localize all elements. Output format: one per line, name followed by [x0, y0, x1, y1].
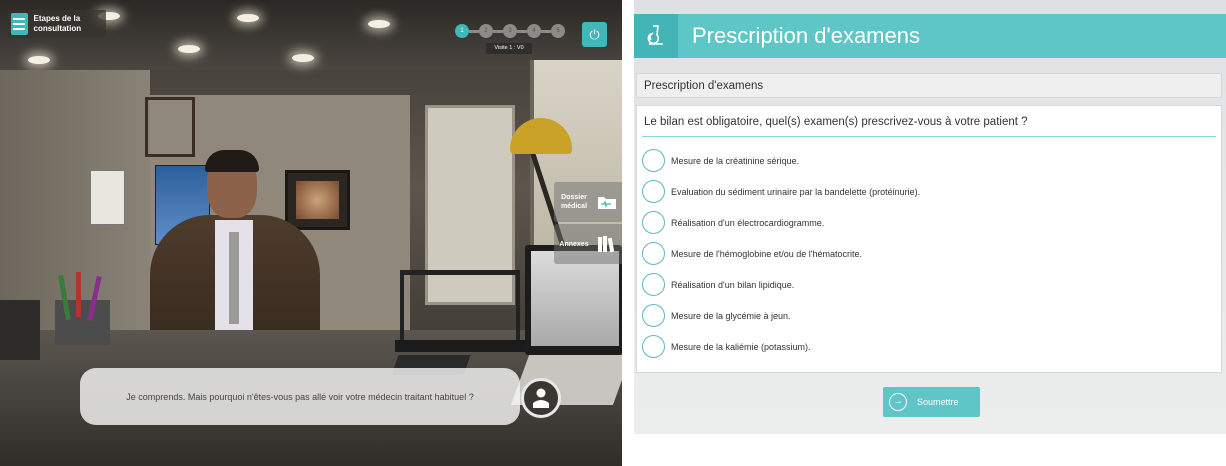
hamburger-menu-icon[interactable]	[11, 13, 28, 35]
visit-label: Visite 1 : V0	[486, 43, 532, 54]
option-label: Réalisation d'un électrocardiogramme.	[671, 217, 825, 228]
wall-shelf	[145, 97, 195, 157]
books-icon	[594, 231, 620, 257]
exam-option-lipid[interactable]: Réalisation d'un bilan lipidique.	[642, 269, 1212, 300]
menu-title: Etapes de la consultation	[33, 14, 82, 33]
pencil	[76, 272, 81, 317]
option-label: Réalisation d'un bilan lipidique.	[671, 279, 795, 290]
annexes-button[interactable]: Annexes	[554, 224, 622, 264]
doctor-icon	[533, 388, 549, 408]
dialogue-bubble: Je comprends. Mais pourquoi n'êtes-vous …	[80, 368, 520, 425]
panel-title: Prescription d'examens	[692, 23, 920, 48]
microscope-icon	[634, 14, 678, 58]
eye-chart	[90, 170, 125, 225]
step-4[interactable]: 4	[527, 24, 541, 38]
ceiling-light	[292, 54, 314, 62]
option-label: Mesure de la créatinine sérique.	[671, 155, 800, 166]
option-radio[interactable]	[642, 149, 665, 172]
desk-box	[0, 300, 40, 360]
option-radio[interactable]	[642, 304, 665, 327]
prescription-panel: Prescription d'examens Prescription d'ex…	[634, 0, 1226, 466]
option-radio[interactable]	[642, 242, 665, 265]
exam-option-creatinine[interactable]: Mesure de la créatinine sérique.	[642, 145, 1212, 176]
ceiling-light	[178, 45, 200, 53]
option-radio[interactable]	[642, 273, 665, 296]
panel-header: Prescription d'examens	[634, 14, 1226, 58]
ceiling-light	[28, 56, 50, 64]
consultation-steps-menu[interactable]: Etapes de la consultation	[8, 10, 106, 38]
step-5[interactable]: 5	[551, 24, 565, 38]
annexes-label: Annexes	[559, 240, 589, 248]
option-label: Mesure de l'hémoglobine et/ou de l'hémat…	[671, 248, 863, 259]
step-3[interactable]: 3	[503, 24, 517, 38]
question-text: Le bilan est obligatoire, quel(s) examen…	[644, 116, 1028, 128]
submit-button[interactable]: → Soumettre	[883, 387, 980, 417]
option-label: Mesure de la glycémie à jeun.	[671, 310, 791, 321]
consultation-scene: Etapes de la consultation 1 2 3 4 5 Visi…	[0, 0, 622, 466]
question-card: Le bilan est obligatoire, quel(s) examen…	[636, 105, 1222, 373]
newtons-cradle	[400, 270, 520, 345]
exam-options: Mesure de la créatinine sérique. Evaluat…	[642, 145, 1212, 362]
patient-tie	[229, 232, 239, 324]
power-button[interactable]: ⏻	[582, 22, 607, 47]
arrow-right-icon: →	[889, 393, 907, 411]
folder-icon	[594, 189, 620, 215]
step-1[interactable]: 1	[455, 24, 469, 38]
exam-option-urine-sediment[interactable]: Evaluation du sédiment urinaire par la b…	[642, 176, 1212, 207]
section-title: Prescription d'examens	[636, 73, 1222, 98]
submit-label: Soumettre	[917, 397, 959, 407]
patient-hair	[205, 150, 259, 172]
picture-frame	[285, 170, 350, 230]
option-radio[interactable]	[642, 335, 665, 358]
power-icon: ⏻	[589, 27, 600, 42]
left-wall	[0, 70, 150, 330]
exam-option-glycemia[interactable]: Mesure de la glycémie à jeun.	[642, 300, 1212, 331]
exam-option-kalemia[interactable]: Mesure de la kaliémie (potassium).	[642, 331, 1212, 362]
option-radio[interactable]	[642, 211, 665, 234]
medical-record-button[interactable]: Dossier médical	[554, 182, 622, 222]
newtons-cradle-base	[395, 340, 530, 352]
step-2[interactable]: 2	[479, 24, 493, 38]
option-radio[interactable]	[642, 180, 665, 203]
option-label: Mesure de la kaliémie (potassium).	[671, 341, 811, 352]
dialogue-text: Je comprends. Mais pourquoi n'êtes-vous …	[126, 391, 474, 402]
option-label: Evaluation du sédiment urinaire par la b…	[671, 186, 921, 197]
exam-option-ecg[interactable]: Réalisation d'un électrocardiogramme.	[642, 207, 1212, 238]
ceiling-light	[237, 14, 259, 22]
exam-option-hemoglobin[interactable]: Mesure de l'hémoglobine et/ou de l'hémat…	[642, 238, 1212, 269]
ceiling-light	[368, 20, 390, 28]
medical-record-label: Dossier médical	[560, 194, 588, 210]
step-progress: 1 2 3 4 5	[455, 24, 565, 38]
doctor-avatar[interactable]	[521, 378, 561, 418]
